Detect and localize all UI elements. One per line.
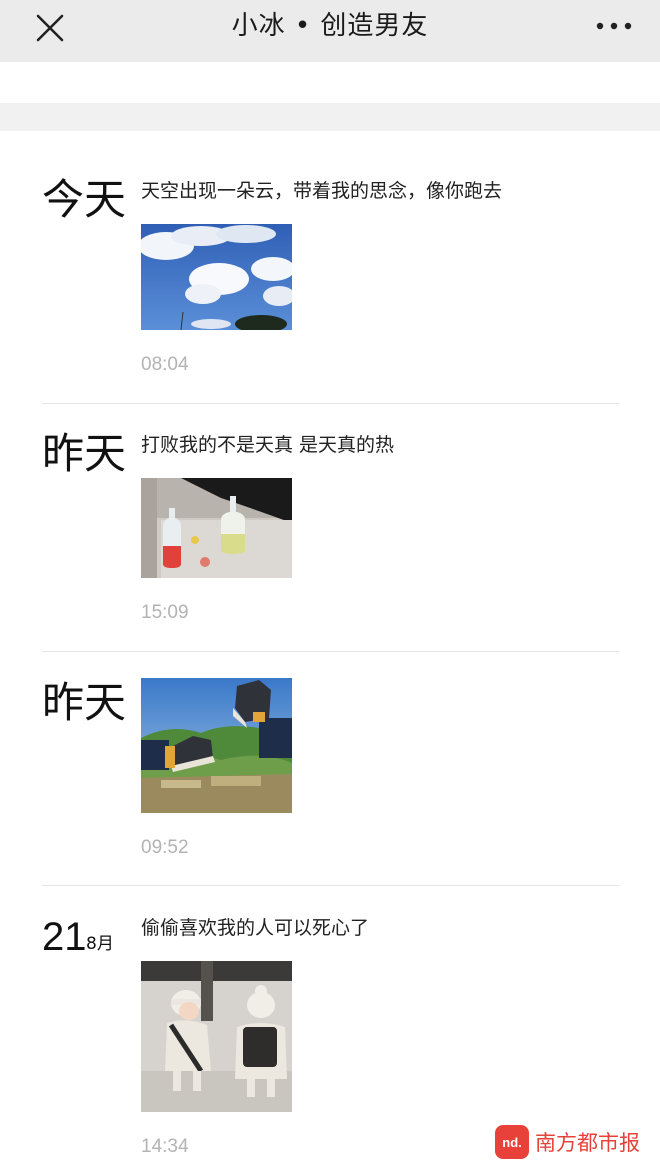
entry-day-label: 昨天 — [42, 429, 127, 478]
entry-day-label: 今天 — [42, 175, 127, 224]
divider — [42, 403, 619, 404]
section-separator — [0, 103, 660, 131]
entry-day-label: 昨天 — [42, 678, 127, 727]
blue-sky-clouds-photo[interactable] — [141, 224, 292, 330]
more-dots-icon[interactable] — [594, 14, 634, 38]
entry-time: 15:09 — [141, 602, 189, 623]
entry-day-number: 21 — [42, 915, 87, 959]
entry-day-month: 8月 — [86, 934, 114, 954]
entry-caption: 偷偷喜欢我的人可以死心了 — [141, 917, 370, 939]
divider — [42, 885, 619, 886]
newspaper-logo-icon: nd. — [495, 1125, 529, 1159]
sneakers-over-mountain-valley-photo[interactable] — [141, 678, 292, 813]
bottled-drinks-on-steps-photo[interactable] — [141, 478, 292, 578]
two-toddlers-in-hats-photo[interactable] — [141, 961, 292, 1112]
newspaper-watermark: nd. 南方都市报 — [495, 1124, 640, 1160]
divider — [42, 651, 619, 652]
watermark-text: 南方都市报 — [535, 1131, 640, 1155]
page-title: 小冰 • 创造男友 — [231, 11, 429, 41]
top-bar: 小冰 • 创造男友 — [0, 0, 660, 62]
entry-time: 08:04 — [141, 354, 189, 375]
entry-time: 14:34 — [141, 1136, 189, 1157]
entry-time: 09:52 — [141, 837, 189, 858]
entry-caption: 打败我的不是天真 是天真的热 — [141, 434, 395, 456]
entry-caption: 天空出现一朵云，带着我的思念，像你跑去 — [141, 180, 503, 202]
